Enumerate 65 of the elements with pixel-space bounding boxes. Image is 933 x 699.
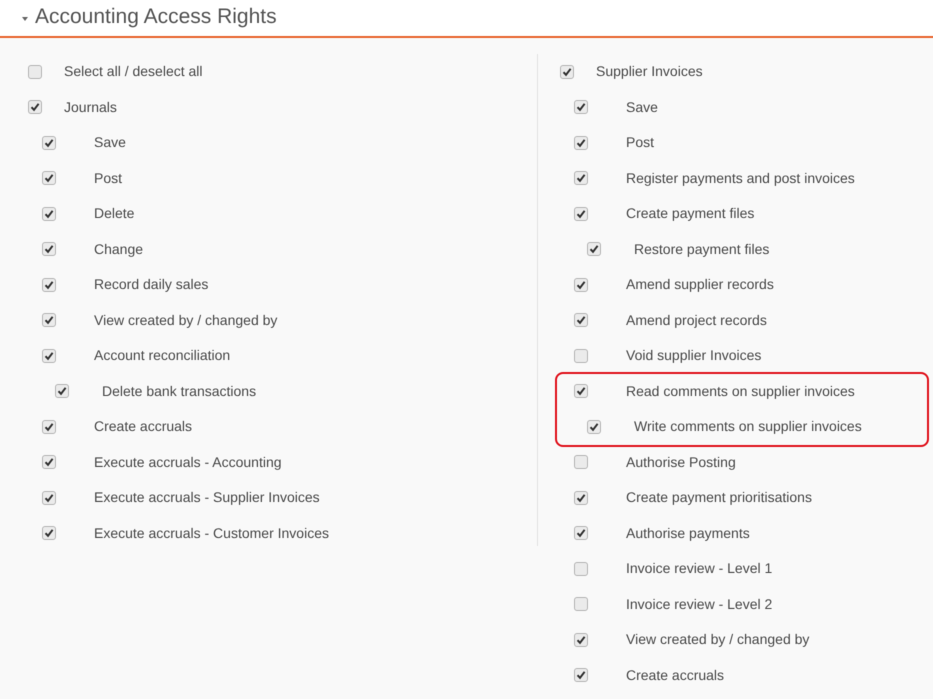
permission-label: Post [94,168,122,188]
permission-label: Invoice review - Level 1 [626,559,772,578]
checkbox[interactable] [42,420,56,434]
checkbox[interactable] [574,348,588,363]
checkbox[interactable] [574,562,588,576]
checkbox[interactable] [574,100,588,114]
permission-label: Delete [94,204,134,224]
checkbox[interactable] [574,313,588,328]
checkbox[interactable] [42,171,56,186]
permission-label: Account reconciliation [94,346,230,366]
permission-label: Amend project records [626,310,767,330]
checkbox[interactable] [42,206,56,221]
permission-label: Change [94,240,144,259]
checkbox[interactable] [42,242,56,256]
permission-label: Authorise Posting [626,452,736,472]
permission-label: Create payment prioritisations [626,488,812,508]
checkbox[interactable] [574,206,588,221]
checkbox[interactable] [574,136,588,150]
permission-label: Amend supplier records [626,275,774,294]
permission-label: Create accruals [626,666,724,685]
permission-label: View created by / changed by [94,310,278,330]
permission-label: Delete bank transactions [102,382,256,401]
permission-label: Save [94,133,126,152]
permission-label: Invoice review - Level 2 [626,594,772,614]
checkbox[interactable] [42,313,56,328]
checkbox[interactable] [574,171,588,186]
caret-icon[interactable] [22,16,28,22]
checkbox[interactable] [42,348,56,363]
checkbox[interactable] [55,384,69,398]
permission-label: Record daily sales [94,275,208,294]
checkbox[interactable] [574,490,588,505]
permission-label: Execute accruals - Customer Invoices [94,524,329,543]
permission-label: Read comments on supplier invoices [626,382,855,401]
permission-label: View created by / changed by [626,630,810,650]
checkbox[interactable] [587,242,601,256]
permission-label: Save [626,98,658,117]
checkbox[interactable] [587,420,601,434]
permission-label: Create accruals [94,417,192,436]
permission-label: Execute accruals - Supplier Invoices [94,488,320,508]
permission-label: Register payments and post invoices [626,168,855,188]
permission-label: Restore payment files [634,240,770,259]
checkbox[interactable] [42,490,56,505]
checkbox[interactable] [560,64,574,79]
permission-label: Void supplier Invoices [626,346,762,366]
permission-label: Post [626,133,654,152]
checkbox[interactable] [42,526,56,540]
checkbox[interactable] [574,632,588,647]
checkbox[interactable] [42,136,56,150]
checkbox[interactable] [574,526,588,540]
permission-label: Supplier Invoices [596,62,703,82]
checkbox[interactable] [574,668,588,682]
checkbox[interactable] [574,597,588,612]
permission-label: Select all / deselect all [64,62,203,82]
permission-label: Execute accruals - Accounting [94,452,282,472]
permission-label: Authorise payments [626,524,750,543]
permission-label: Journals [64,98,117,117]
checkbox[interactable] [28,64,42,79]
checkbox[interactable] [574,278,588,292]
checkbox[interactable] [28,100,42,114]
permission-label: Create payment files [626,204,754,224]
checkbox[interactable] [42,455,56,470]
checkbox[interactable] [42,278,56,292]
checkbox[interactable] [574,384,588,398]
checkbox[interactable] [574,455,588,470]
permission-label: Write comments on supplier invoices [634,417,862,436]
